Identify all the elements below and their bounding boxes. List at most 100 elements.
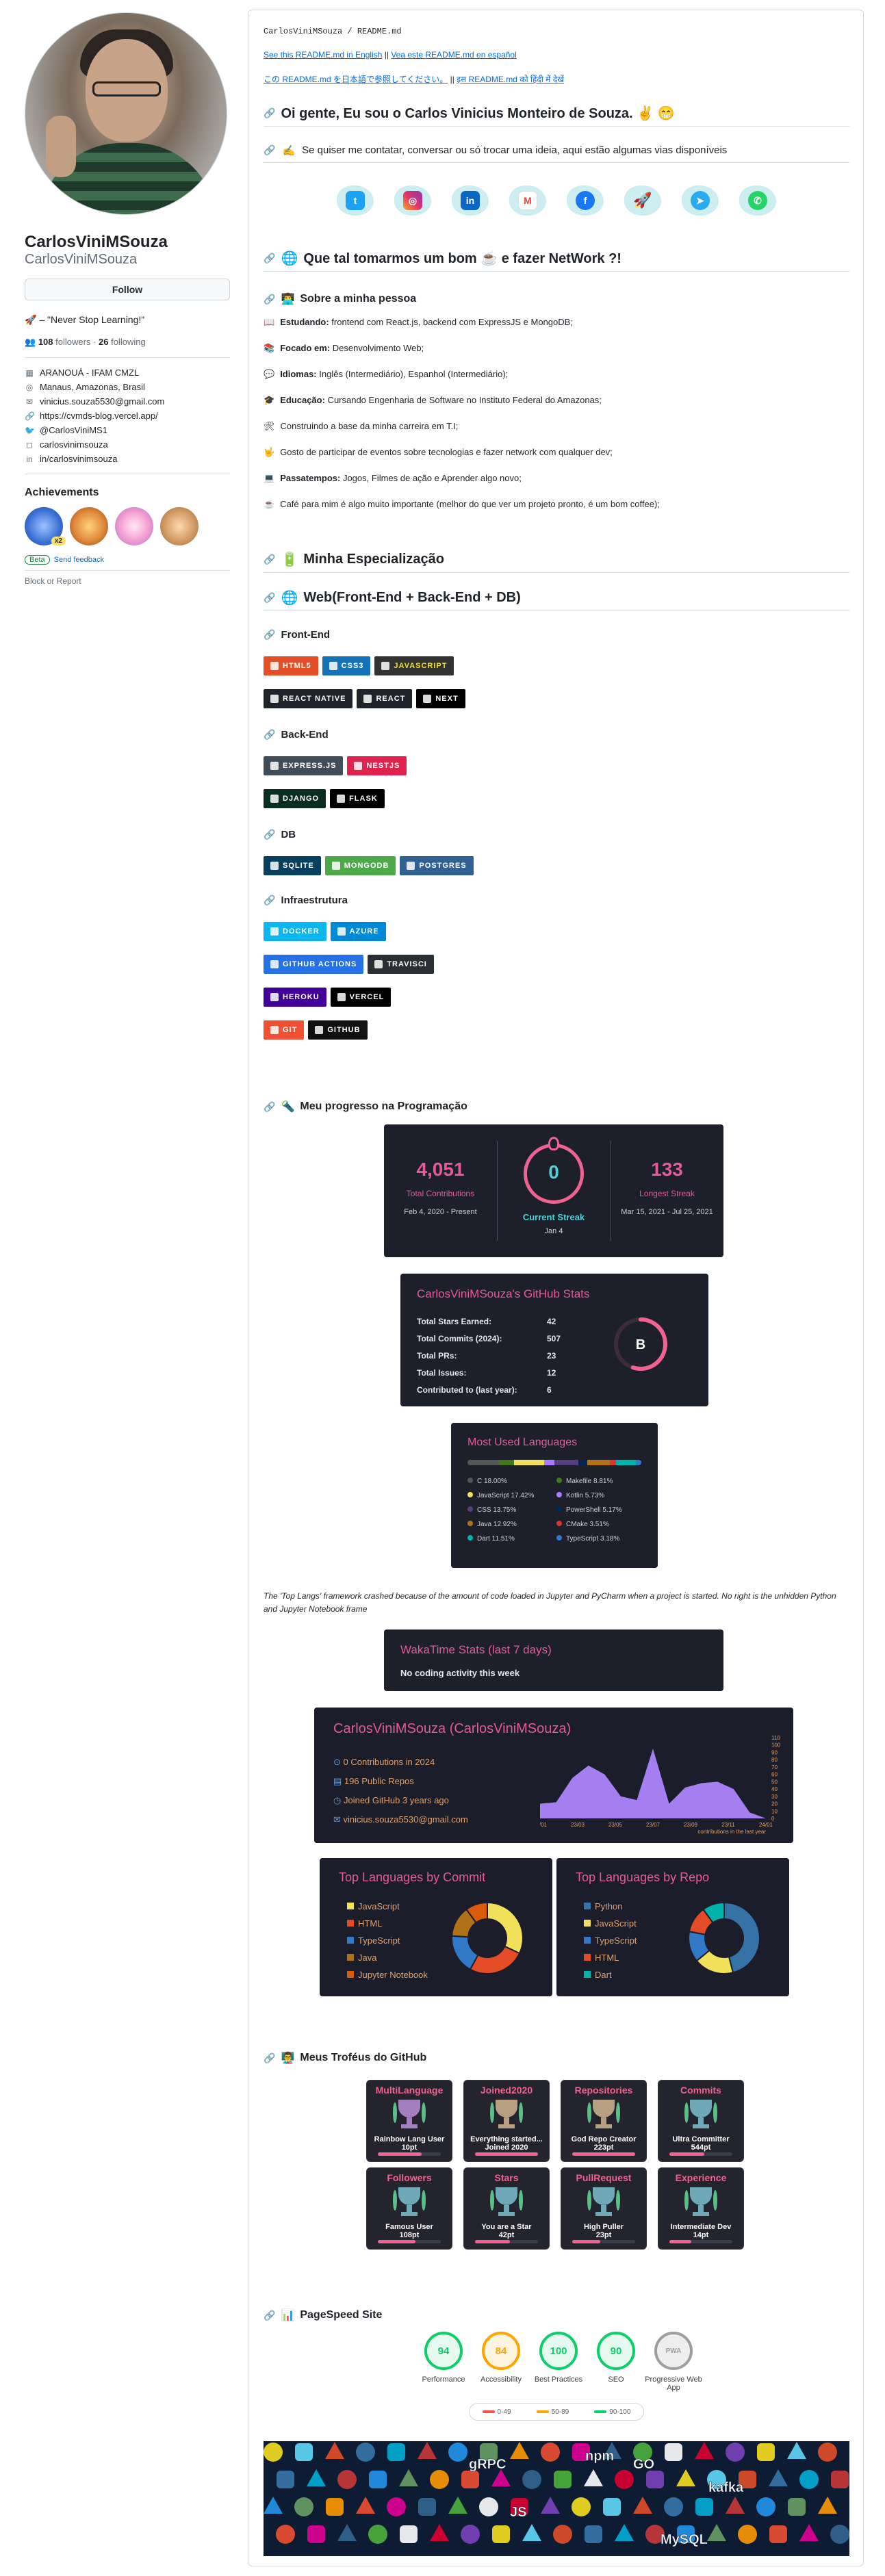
badge-vercel[interactable]: VERCEL — [330, 988, 392, 1007]
instagram-icon: ◻ — [26, 439, 33, 450]
y-tick-label: 70 — [771, 1764, 778, 1770]
about-item: 🎓 Educação: Cursando Engenharia de Softwa… — [264, 395, 602, 405]
detail-website[interactable]: 🔗 https://cvmds-blog.vercel.app/ — [25, 411, 230, 421]
telegram-link[interactable]: ➤ — [678, 181, 723, 220]
whatsapp-link[interactable]: ✆ — [735, 181, 780, 220]
trophy-pullrequest[interactable]: PullRequest High Puller 23pt — [561, 2167, 647, 2250]
trophy-joined2020[interactable]: Joined2020 Everything started... Joined 20… — [463, 2080, 550, 2162]
detail-linkedin[interactable]: in in/carlosvinimsouza — [25, 454, 230, 464]
send-feedback-link[interactable]: Send feedback — [54, 556, 104, 564]
people-icon: 👥 — [25, 337, 38, 347]
block-or-report-link[interactable]: Block or Report — [25, 576, 230, 586]
pagespeed-heading: 🔗 📊 PageSpeed Site — [264, 2309, 383, 2321]
badge-heroku[interactable]: HEROKU — [264, 988, 326, 1007]
follow-button[interactable]: Follow — [25, 279, 230, 300]
badge-azure[interactable]: AZURE — [330, 922, 386, 941]
anchor-link-icon[interactable]: 🔗 — [264, 107, 275, 119]
languages-bar — [467, 1460, 641, 1465]
trophy-multilanguage[interactable]: MultiLanguage Rainbow Lang User 10pt — [366, 2080, 452, 2162]
anchor-link-icon[interactable]: 🔗 — [264, 1101, 275, 1113]
achievement-starstruck[interactable] — [160, 507, 198, 545]
instagram-link[interactable]: ◎ — [390, 181, 435, 220]
badge-css3[interactable]: CSS3 — [322, 656, 371, 675]
badge-sqlite[interactable]: SQLITE — [264, 856, 321, 875]
anchor-link-icon[interactable]: 🔗 — [264, 294, 275, 305]
language-bar-segment — [609, 1460, 616, 1465]
trophy-commits[interactable]: Commits Ultra Committer 544pt — [658, 2080, 744, 2162]
avatar[interactable]: ⇣ — [25, 12, 227, 215]
facebook-icon: f — [576, 191, 595, 210]
gmail-link[interactable]: M — [505, 181, 550, 220]
frontend-heading: 🔗 Front-End — [264, 629, 331, 641]
x-tick-label: 23/09 — [684, 1822, 698, 1828]
linkedin-link[interactable]: in — [448, 181, 493, 220]
badge-postgres[interactable]: POSTGRES — [400, 856, 474, 875]
twitter-link[interactable]: t — [333, 181, 378, 220]
tech-logo — [418, 2498, 436, 2516]
trophy-experience[interactable]: Experience Intermediate Dev 14pt — [658, 2167, 744, 2250]
trophy-cup-icon — [684, 2187, 717, 2219]
badge-express-js[interactable]: EXPRESS.JS — [264, 756, 344, 775]
mail-icon: ✉ — [25, 396, 34, 407]
badge-github-actions[interactable]: GITHUB ACTIONS — [264, 955, 364, 974]
anchor-link-icon[interactable]: 🔗 — [264, 592, 275, 604]
badge-react-native[interactable]: REACT NATIVE — [264, 689, 353, 708]
trophy-followers[interactable]: Followers Famous User 108pt — [366, 2167, 452, 2250]
anchor-link-icon[interactable]: 🔗 — [264, 629, 275, 641]
badge-next[interactable]: NEXT — [416, 689, 465, 708]
detail-instagram[interactable]: ◻ carlosvinimsouza — [25, 439, 230, 450]
detail-email[interactable]: ✉ vinicius.souza5530@gmail.com — [25, 396, 230, 407]
following-link[interactable]: 26 following — [99, 337, 146, 347]
badge-mongodb[interactable]: MONGODB — [324, 856, 396, 875]
badge-nestjs[interactable]: NESTJS — [347, 756, 407, 775]
anchor-link-icon[interactable]: 🔗 — [264, 144, 275, 157]
anchor-link-icon[interactable]: 🔗 — [264, 729, 275, 740]
contact-heading: 🔗 ✍️ Se quiser me contatar, conversar ou s… — [264, 144, 849, 163]
tech-logo — [307, 2469, 326, 2486]
about-item: 📚 Focado em: Desenvolvimento Web; — [264, 343, 424, 353]
rocket-link[interactable]: 🚀 — [620, 181, 665, 220]
badge-javascript[interactable]: JAVASCRIPT — [374, 656, 454, 675]
language-legend-item: CMake 3.51% — [556, 1521, 645, 1528]
anchor-link-icon[interactable]: 🔗 — [264, 253, 275, 264]
tech-logo — [337, 2470, 357, 2489]
tech-logo — [461, 2471, 479, 2488]
tech-logo — [326, 2498, 344, 2516]
badge-docker[interactable]: DOCKER — [264, 922, 326, 941]
anchor-link-icon[interactable]: 🔗 — [264, 2310, 275, 2321]
telegram-icon: ➤ — [691, 191, 710, 210]
detail-twitter[interactable]: 🐦 @CarlosViniMS1 — [25, 425, 230, 435]
anchor-link-icon[interactable]: 🔗 — [264, 829, 275, 840]
tech-logo — [277, 2471, 294, 2488]
anchor-link-icon[interactable]: 🔗 — [264, 2052, 275, 2064]
x-axis-label: contributions in the last year — [697, 1829, 766, 1835]
followers-link[interactable]: 108 followers — [38, 337, 91, 347]
mail-icon: ✉ — [333, 1814, 344, 1825]
trophy-repositories[interactable]: Repositories God Repo Creator 223pt — [561, 2080, 647, 2162]
badge-github[interactable]: GITHUB — [308, 1020, 368, 1040]
commit-languages-card: Top Languages by Commit JavaScript HTML Ty… — [320, 1858, 552, 1996]
greeting-heading: 🔗 Oi gente, Eu sou o Carlos Vinicius Mont… — [264, 105, 849, 127]
badge-django[interactable]: DJANGO — [264, 789, 326, 808]
anchor-link-icon[interactable]: 🔗 — [264, 894, 275, 906]
badge-flask[interactable]: FLASK — [330, 789, 385, 808]
japanese-readme-link[interactable]: この README.md を日本語で参照してください。 — [264, 75, 448, 84]
facebook-link[interactable]: f — [563, 181, 608, 220]
badge-git[interactable]: GIT — [264, 1020, 305, 1040]
badge-html5[interactable]: HTML5 — [264, 656, 318, 675]
badge-react[interactable]: REACT — [357, 689, 413, 708]
english-readme-link[interactable]: See this README.md in English — [264, 50, 382, 60]
tech-logo — [399, 2469, 418, 2486]
tech-logo-icon — [337, 993, 346, 1001]
achievement-quickdraw[interactable] — [70, 507, 108, 545]
badge-travisci[interactable]: TRAVISCI — [368, 955, 434, 974]
achievement-yolo[interactable] — [115, 507, 153, 545]
achievement-pull-shark[interactable]: x2 — [25, 507, 66, 545]
y-tick-label: 90 — [771, 1749, 778, 1755]
hindi-readme-link[interactable]: इस README.md को हिंदी में देखें — [457, 75, 564, 84]
anchor-link-icon[interactable]: 🔗 — [264, 554, 275, 565]
spanish-readme-link[interactable]: Vea este README.md en español — [391, 50, 516, 60]
trophy-stars[interactable]: Stars You are a Star 42pt — [463, 2167, 550, 2250]
status-emoji-icon[interactable]: ⇣ — [205, 183, 227, 209]
tech-logo-icon — [270, 960, 279, 968]
